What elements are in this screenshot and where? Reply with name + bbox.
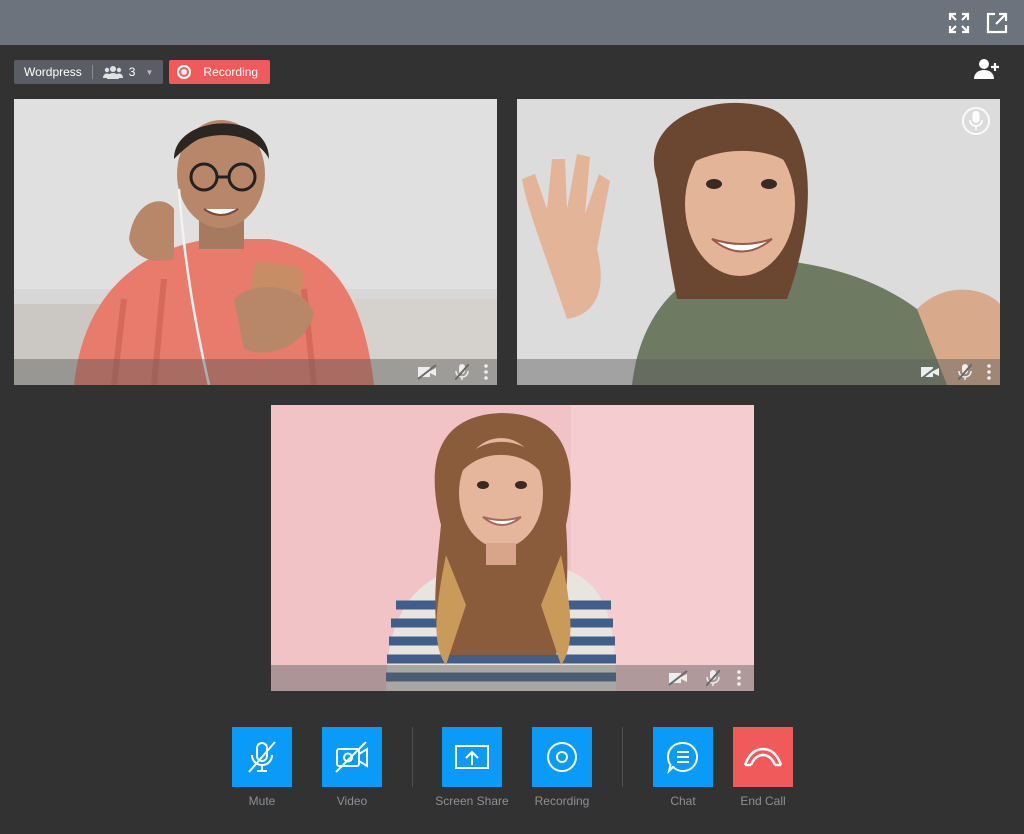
video-tile-participant-3[interactable] <box>271 405 754 691</box>
record-icon <box>177 65 192 79</box>
end-call-label: End Call <box>740 794 786 808</box>
speaking-indicator <box>962 107 990 135</box>
users-icon <box>102 66 123 79</box>
call-toolbar: Mute Video Screen Share Recording Chat E… <box>0 727 1024 827</box>
screen-share-icon <box>455 745 489 769</box>
more-options-icon[interactable] <box>983 364 995 380</box>
video-off-icon[interactable] <box>667 670 689 686</box>
room-name: Wordpress <box>24 65 93 79</box>
video-tile-participant-1[interactable] <box>14 99 497 385</box>
more-options-icon[interactable] <box>480 364 492 380</box>
video-off-icon <box>335 741 368 773</box>
external-link-icon[interactable] <box>985 11 1009 35</box>
toolbar-divider <box>412 727 413 787</box>
participant-2-video <box>517 99 1000 385</box>
add-user-icon[interactable] <box>974 57 1000 81</box>
tile-controls-bar <box>271 665 754 691</box>
participant-count: 3 <box>128 65 136 79</box>
window-top-bar <box>0 0 1024 45</box>
room-info-bar: Wordpress 3 ▼ Recording <box>14 60 271 84</box>
video-label: Video <box>336 794 368 808</box>
mic-off-icon <box>248 741 276 773</box>
mic-off-icon[interactable] <box>703 670 723 686</box>
video-tile-participant-2[interactable] <box>517 99 1000 385</box>
tile-controls-bar <box>14 359 497 385</box>
more-options-icon[interactable] <box>733 670 745 686</box>
recording-indicator[interactable]: Recording <box>169 60 271 84</box>
fullscreen-icon[interactable] <box>947 11 971 35</box>
record-icon <box>547 742 577 772</box>
participant-1-video <box>14 99 497 385</box>
video-button[interactable] <box>322 727 382 787</box>
recording-label: Recording <box>534 794 590 808</box>
chat-icon <box>666 741 698 775</box>
chevron-down-icon: ▼ <box>145 67 154 77</box>
recording-button[interactable] <box>532 727 592 787</box>
microphone-icon <box>969 111 983 130</box>
room-selector[interactable]: Wordpress 3 ▼ <box>14 60 164 84</box>
end-call-button[interactable] <box>733 727 793 787</box>
toolbar-divider <box>622 727 623 787</box>
participant-3-video <box>271 405 754 691</box>
mic-off-icon[interactable] <box>452 364 472 380</box>
screen-share-button[interactable] <box>442 727 502 787</box>
video-off-icon[interactable] <box>919 364 941 380</box>
recording-status-label: Recording <box>203 65 259 79</box>
mic-off-icon[interactable] <box>955 364 975 380</box>
mute-button[interactable] <box>232 727 292 787</box>
participants-dropdown[interactable]: 3 ▼ <box>93 65 154 79</box>
tile-controls-bar <box>517 359 1000 385</box>
end-call-icon <box>743 747 783 767</box>
chat-button[interactable] <box>653 727 713 787</box>
video-off-icon[interactable] <box>416 364 438 380</box>
